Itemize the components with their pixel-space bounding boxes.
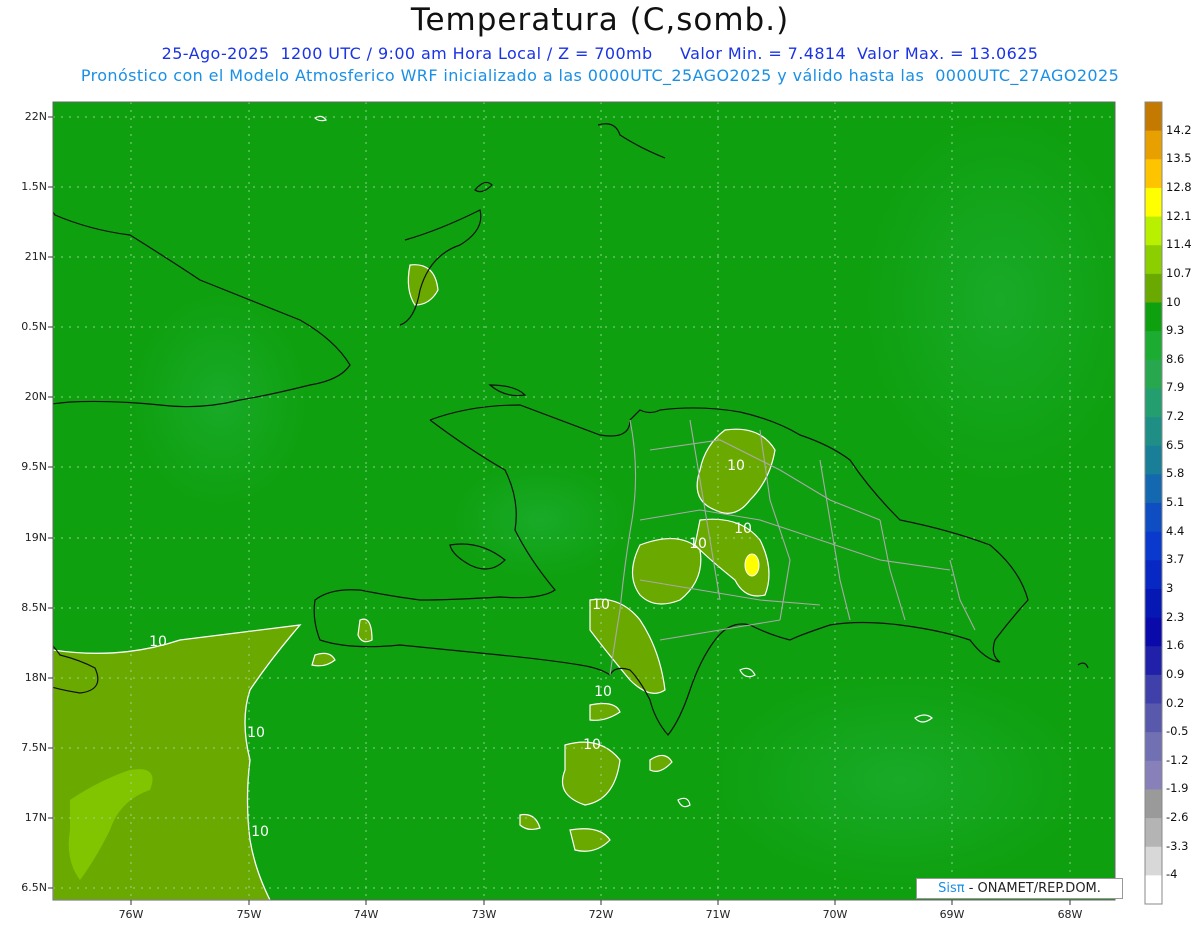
colorbar-label: 1.6 [1166,638,1185,653]
cooler-patch [710,670,1090,890]
colorbar-label: 7.2 [1166,409,1185,424]
colorbar-swatch [1145,245,1162,275]
colorbar-swatch [1145,617,1162,647]
contour-label: 10 [594,684,612,700]
colorbar-label: 0.9 [1166,666,1185,681]
colorbar-swatch [1145,760,1162,790]
credit-text: - ONAMET/REP.DOM. [968,881,1101,896]
colorbar-swatch [1145,703,1162,733]
longitude-label: 75W [236,908,262,921]
colorbar-swatch [1145,216,1162,246]
latitude-label: 20N [24,390,47,403]
cooler-patch [450,460,630,580]
colorbar-label: 5.8 [1166,466,1185,481]
longitude-label: 72W [588,908,614,921]
cooler-patch [860,110,1115,490]
temperature-map: 10 10 10 10 10 10 10 10 10 [48,101,1163,905]
colorbar-swatch [1145,818,1162,848]
colorbar-label: 11.4 [1166,237,1192,252]
colorbar-label: 9.3 [1166,323,1185,338]
longitude-label: 70W [822,908,848,921]
colorbar-swatch [1145,102,1162,132]
colorbar-label: 2.3 [1166,609,1185,624]
colorbar-label: 10 [1166,294,1181,309]
colorbar-swatch [1145,445,1162,475]
colorbar-label: 3.7 [1166,552,1185,567]
longitude-label: 68W [1057,908,1083,921]
colorbar [1144,101,1163,905]
colorbar-label: -3.3 [1166,838,1189,853]
colorbar-swatch [1145,130,1162,160]
colorbar-swatch [1145,646,1162,676]
colorbar-swatch [1145,531,1162,561]
colorbar-swatch [1145,588,1162,619]
colorbar-label: 5.1 [1166,495,1185,509]
colorbar-swatch [1145,417,1162,447]
colorbar-label: -4 [1166,867,1178,882]
colorbar-label: 12.8 [1166,179,1192,194]
colorbar-swatch [1145,331,1162,361]
colorbar-label: -1.9 [1166,781,1189,796]
contour-label: 10 [251,824,269,840]
latitude-label: 7.5N [21,741,47,754]
contour-label: 10 [149,634,167,650]
colorbar-label: 8.6 [1166,351,1185,366]
colorbar-label: 10.7 [1166,265,1192,280]
colorbar-swatch [1145,359,1162,389]
colorbar-swatch [1145,273,1162,303]
colorbar-swatch [1145,789,1162,819]
latitude-label: 18N [24,671,47,684]
colorbar-label: -0.5 [1166,724,1189,739]
contour-label: 10 [592,597,610,613]
colorbar-swatch [1145,875,1162,905]
colorbar-swatch [1145,674,1162,704]
colorbar-swatch [1145,159,1162,189]
contour-label: 10 [583,737,601,753]
colorbar-label: 3 [1166,580,1174,595]
sispi-logo-text: Sisπ [938,881,965,896]
longitude-label: 73W [471,908,497,921]
latitude-label: 1.5N [21,180,47,193]
longitude-label: 74W [353,908,379,921]
colorbar-label: -1.2 [1166,752,1189,767]
latitude-label: 6.5N [21,881,47,894]
colorbar-swatch [1145,474,1162,504]
colorbar-swatch [1145,302,1162,332]
longitude-label: 71W [705,908,731,921]
cooler-patch [130,290,310,510]
colorbar-swatch [1145,388,1162,418]
colorbar-swatch [1145,732,1162,762]
colorbar-label: 0.2 [1166,695,1185,710]
colorbar-swatch [1145,846,1162,876]
colorbar-label: -2.6 [1166,810,1189,825]
colorbar-label: 14.2 [1166,122,1192,137]
max-temperature-spot [744,553,760,577]
latitude-label: 22N [24,110,47,123]
credit-box: Sisπ - ONAMET/REP.DOM. [916,878,1123,899]
colorbar-label: 13.5 [1166,151,1192,166]
contour-label: 10 [734,521,752,537]
latitude-label: 21N [24,250,47,263]
colorbar-label: 12.1 [1166,208,1192,223]
longitude-label: 76W [118,908,144,921]
latitude-label: 0.5N [21,320,47,333]
colorbar-label: 7.9 [1166,380,1185,395]
contour-label: 10 [727,458,745,474]
colorbar-label: 4.4 [1166,523,1185,538]
colorbar-swatch [1145,560,1162,590]
contour-label: 10 [247,725,265,741]
latitude-label: 8.5N [21,601,47,614]
latitude-label: 19N [24,531,47,544]
latitude-label: 17N [24,811,47,824]
longitude-label: 69W [939,908,965,921]
colorbar-swatch [1145,503,1162,533]
latitude-label: 9.5N [21,460,47,473]
colorbar-swatch [1145,187,1162,218]
colorbar-label: 6.5 [1166,437,1185,452]
contour-label: 10 [689,536,707,552]
